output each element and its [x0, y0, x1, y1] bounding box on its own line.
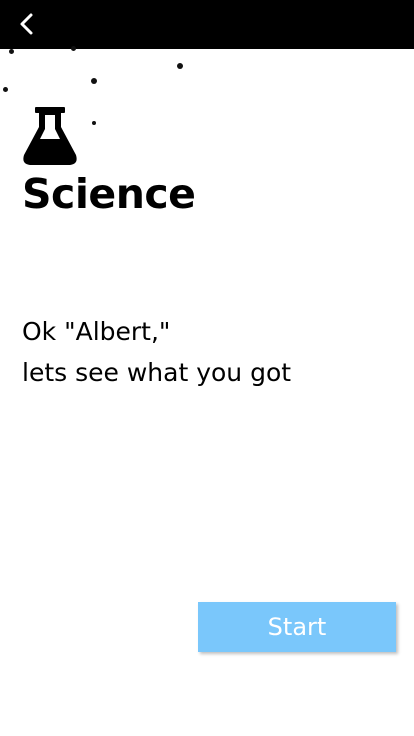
quiz-intro-screen: Science Ok "Albert," lets see what you g…	[0, 0, 414, 736]
back-button[interactable]	[8, 4, 48, 44]
top-bar	[0, 0, 414, 49]
category-title: Science	[22, 170, 196, 218]
intro-message-line-2: lets see what you got	[22, 358, 292, 387]
intro-message-line-1: Ok "Albert,"	[22, 317, 171, 346]
start-button[interactable]: Start	[198, 602, 396, 652]
flask-icon	[23, 107, 77, 165]
chevron-left-icon	[20, 13, 33, 35]
intro-message: Ok "Albert," lets see what you got	[22, 311, 291, 393]
